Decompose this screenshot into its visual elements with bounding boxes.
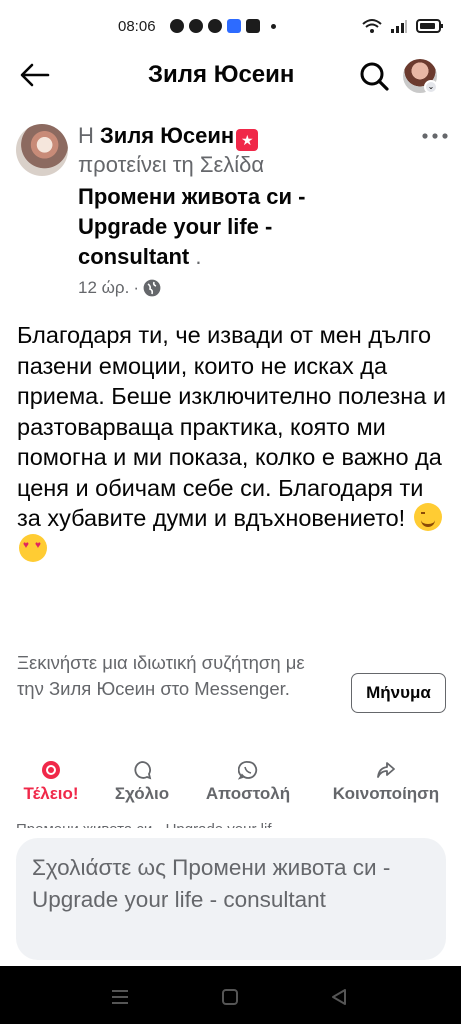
messenger-notification-icon: [170, 19, 184, 33]
messenger-notification-icon: [208, 19, 222, 33]
youtube-notification-icon: [246, 19, 260, 33]
home-icon[interactable]: [221, 988, 239, 1006]
post-time[interactable]: 12 ώρ.: [78, 278, 129, 298]
comment-input[interactable]: Σχολιάστε ως Промени живота си - Upgrade…: [16, 838, 446, 960]
recommend-star-icon: ★: [236, 129, 259, 151]
search-icon[interactable]: [358, 60, 390, 92]
recommends-text: προτείνει τη Σελίδα: [78, 152, 265, 177]
battery-icon: [416, 19, 443, 33]
system-navigation-bar: [0, 966, 461, 1024]
chevron-down-icon[interactable]: ⌄: [424, 80, 438, 94]
meta-separator: ·: [133, 278, 139, 297]
system-icons: [362, 18, 444, 34]
share-button[interactable]: Κοινοποίηση: [318, 760, 454, 812]
message-button[interactable]: Μήνυμα: [351, 673, 446, 713]
share-icon: [377, 762, 395, 778]
page-name-suffix: .: [195, 244, 202, 269]
comment-label: Σχόλιο: [114, 784, 170, 803]
back-arrow-icon[interactable]: [18, 60, 52, 90]
wifi-icon: [362, 19, 382, 33]
page-name-link[interactable]: Промени живота си - Upgrade your life - …: [78, 184, 305, 269]
notification-icons: [170, 19, 276, 33]
love-reaction-button[interactable]: Τέλειο!: [8, 760, 94, 812]
status-bar: 08:06: [0, 0, 461, 50]
globe-icon: [143, 279, 161, 297]
post-body: Благодаря ти, че извади от мен дълго паз…: [17, 320, 447, 564]
app-notification-icon: [227, 19, 241, 33]
page-title: Зиля Юсеин: [148, 61, 295, 88]
heart-eyes-emoji-icon: ♥ ♥: [19, 533, 47, 562]
clipped-comment-preview: Промени живота си - Upgrade your lif: [16, 818, 446, 828]
comment-button[interactable]: Σχόλιο: [100, 760, 184, 812]
top-app-bar: Зиля Юсеин ⌄: [0, 50, 461, 102]
send-label: Αποστολή: [205, 784, 291, 803]
author-prefix: Η: [78, 123, 94, 148]
whatsapp-icon: [238, 761, 258, 780]
author-avatar[interactable]: [16, 124, 68, 176]
send-button[interactable]: Αποστολή: [192, 760, 304, 812]
status-time: 08:06: [118, 18, 156, 35]
smiling-face-emoji-icon: [413, 503, 442, 531]
telegram-notification-icon: [189, 19, 203, 33]
recommended-page-name: Промени живота си - Upgrade your life - …: [78, 182, 378, 272]
messenger-prompt: Ξεκινήστε μια ιδιωτική συζήτηση με την З…: [17, 652, 305, 699]
back-nav-icon[interactable]: [330, 988, 348, 1006]
post-actions: Τέλειο! Σχόλιο Αποστολή Κοινοποίηση: [0, 760, 461, 812]
post-author-line: Η Зиля Юсеин ★: [78, 122, 378, 151]
post-meta: 12 ώρ. ·: [78, 278, 378, 298]
more-notifications-icon: [271, 23, 276, 29]
love-reaction-label: Τέλειο!: [23, 784, 79, 803]
recent-apps-icon[interactable]: [110, 988, 130, 1006]
post-text: Благодаря ти, че извади от мен дълго паз…: [17, 322, 446, 531]
love-reaction-icon: [42, 761, 60, 779]
more-options-icon[interactable]: [420, 128, 450, 144]
post-header: Η Зиля Юсеин ★ προτείνει τη Σελίδα Промен…: [78, 122, 378, 298]
share-label: Κοινοποίηση: [332, 784, 440, 803]
comment-icon: [134, 761, 152, 780]
author-name[interactable]: Зиля Юсеин: [100, 123, 234, 148]
signal-icon: [391, 20, 407, 33]
